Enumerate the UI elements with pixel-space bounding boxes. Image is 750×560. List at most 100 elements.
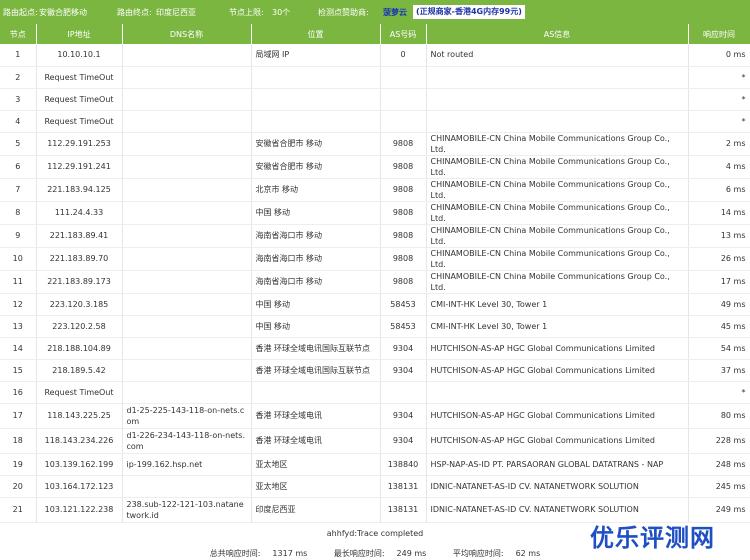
location-cell: 香港 环球全域电讯国际互联节点 (251, 359, 381, 382)
dns-name-cell (122, 201, 252, 225)
dns-name-cell (122, 337, 252, 360)
as-number-cell (380, 381, 427, 404)
response-time-cell: 37 ms (688, 359, 750, 382)
response-time-cell: 80 ms (688, 403, 750, 429)
as-number-cell: 9808 (380, 132, 427, 156)
hop-number-cell: 15 (0, 359, 37, 382)
as-number-cell: 138840 (380, 453, 427, 476)
hop-number-cell: 5 (0, 132, 37, 156)
table-header-row: 节点 IP地址 DNS名称 位置 AS号码 AS信息 响应时间 (0, 24, 750, 44)
response-time-cell: 54 ms (688, 337, 750, 360)
ip-address-cell: 221.183.89.173 (36, 270, 123, 294)
response-time-cell: * (688, 110, 750, 133)
location-cell (251, 381, 381, 404)
response-time-cell: * (688, 66, 750, 89)
dns-name-cell (122, 293, 252, 316)
as-info-cell: IDNIC-NATANET-AS-ID CV. NATANETWORK SOLU… (426, 475, 689, 498)
ip-address-cell: 218.189.5.42 (36, 359, 123, 382)
table-row: 20 103.164.172.123 亚太地区 138131 IDNIC-NATANET… (0, 475, 750, 498)
response-time-cell: 13 ms (688, 224, 750, 248)
ip-address-cell: Request TimeOut (36, 88, 123, 111)
response-time-cell: 228 ms (688, 428, 750, 454)
as-info-cell (426, 66, 689, 89)
dns-name-cell (122, 178, 252, 202)
as-info-cell: CHINAMOBILE-CN China Mobile Communicatio… (426, 201, 689, 225)
as-number-cell: 58453 (380, 293, 427, 316)
hop-number-cell: 16 (0, 381, 37, 404)
ip-address-cell: 103.164.172.123 (36, 475, 123, 498)
col-header-dns: DNS名称 (122, 24, 252, 44)
table-row: 16 Request TimeOut * (0, 381, 750, 404)
as-info-cell: CHINAMOBILE-CN China Mobile Communicatio… (426, 155, 689, 179)
sponsor-ad-link[interactable]: (正规商家-香港4G内存99元) (413, 5, 525, 19)
as-number-cell: 138131 (380, 475, 427, 498)
total-time: 总共响应时间: 1317 ms (209, 549, 308, 558)
as-info-cell: CHINAMOBILE-CN China Mobile Communicatio… (426, 270, 689, 294)
response-time-cell: 26 ms (688, 247, 750, 271)
location-cell: 香港 环球全域电讯国际互联节点 (251, 337, 381, 360)
as-info-cell: HUTCHISON-AS-AP HGC Global Communication… (426, 403, 689, 429)
table-row: 19 103.139.162.199 ip-199.162.hsp.net 亚太地区 1… (0, 453, 750, 476)
table-row: 1 10.10.10.1 局域网 IP 0 Not routed 0 ms (0, 44, 750, 67)
as-info-cell (426, 381, 689, 404)
dns-name-cell (122, 110, 252, 133)
ip-address-cell: 103.139.162.199 (36, 453, 123, 476)
ip-address-cell: Request TimeOut (36, 66, 123, 89)
location-cell: 北京市 移动 (251, 178, 381, 202)
table-row: 12 223.120.3.185 中国 移动 58453 CMI-INT-HK Leve… (0, 293, 750, 316)
as-number-cell: 9304 (380, 428, 427, 454)
ip-address-cell: 218.188.104.89 (36, 337, 123, 360)
dns-name-cell: ip-199.162.hsp.net (122, 453, 252, 476)
hop-number-cell: 21 (0, 497, 37, 523)
hops-value: 30个 (272, 8, 291, 17)
hop-number-cell: 10 (0, 247, 37, 271)
col-header-time: 响应时间 (688, 24, 750, 44)
as-number-cell: 58453 (380, 315, 427, 338)
ip-address-cell: 111.24.4.33 (36, 201, 123, 225)
location-cell (251, 66, 381, 89)
dest-label: 路由终点: (117, 8, 152, 17)
location-cell: 香港 环球全域电讯 (251, 428, 381, 454)
ip-address-cell: 223.120.2.58 (36, 315, 123, 338)
as-info-cell (426, 110, 689, 133)
dest-value: 印度尼西亚 (156, 8, 196, 17)
location-cell: 安徽省合肥市 移动 (251, 155, 381, 179)
dns-name-cell (122, 315, 252, 338)
dns-name-cell (122, 88, 252, 111)
dns-name-cell (122, 155, 252, 179)
table-row: 18 118.143.234.226 d1-226-234-143-118-on-n… (0, 428, 750, 454)
col-header-hop: 节点 (0, 24, 37, 44)
hop-number-cell: 7 (0, 178, 37, 202)
location-cell: 中国 移动 (251, 293, 381, 316)
location-cell: 中国 移动 (251, 315, 381, 338)
table-row: 15 218.189.5.42 香港 环球全域电讯国际互联节点 9304 HUTCHIS… (0, 359, 750, 382)
dns-name-cell: d1-226-234-143-118-on-nets.com (122, 428, 252, 454)
response-time-cell: 14 ms (688, 201, 750, 225)
as-number-cell: 9808 (380, 224, 427, 248)
as-info-cell: CHINAMOBILE-CN China Mobile Communicatio… (426, 132, 689, 156)
col-header-asn: AS号码 (380, 24, 427, 44)
table-row: 4 Request TimeOut * (0, 110, 750, 133)
as-number-cell: 9808 (380, 270, 427, 294)
as-number-cell: 9304 (380, 337, 427, 360)
sponsor-link[interactable]: 菠萝云 (383, 7, 407, 18)
as-info-cell: CHINAMOBILE-CN China Mobile Communicatio… (426, 178, 689, 202)
response-time-cell: * (688, 381, 750, 404)
ip-address-cell: 103.121.122.238 (36, 497, 123, 523)
location-cell: 亚太地区 (251, 475, 381, 498)
as-number-cell: 9304 (380, 403, 427, 429)
site-watermark-logo: 优乐评测网 (590, 524, 715, 552)
as-number-cell: 9808 (380, 178, 427, 202)
col-header-ip: IP地址 (36, 24, 123, 44)
ip-address-cell: 221.183.89.41 (36, 224, 123, 248)
table-row: 10 221.183.89.70 海南省海口市 移动 9808 CHINAMOBILE-… (0, 247, 750, 271)
origin-label: 路由起点: (3, 8, 38, 17)
response-time-cell: 4 ms (688, 155, 750, 179)
location-cell: 中国 移动 (251, 201, 381, 225)
dns-name-cell (122, 44, 252, 67)
hop-number-cell: 8 (0, 201, 37, 225)
dns-name-cell (122, 132, 252, 156)
as-number-cell: 0 (380, 44, 427, 67)
table-row: 17 118.143.225.25 d1-25-225-143-118-on-net… (0, 403, 750, 429)
hop-number-cell: 9 (0, 224, 37, 248)
